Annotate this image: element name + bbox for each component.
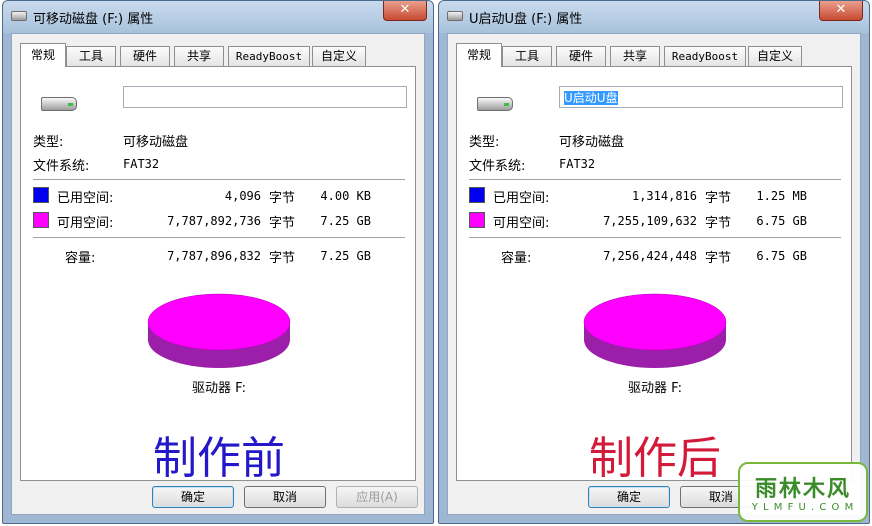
tab-hardware[interactable]: 硬件: [120, 46, 170, 66]
close-button[interactable]: ✕: [383, 1, 427, 21]
tab-customize[interactable]: 自定义: [312, 46, 366, 66]
free-space-size: 7.25 GB: [320, 214, 371, 228]
free-space-size: 6.75 GB: [756, 214, 807, 228]
tab-sharing[interactable]: 共享: [610, 46, 660, 66]
filesystem-value: FAT32: [559, 157, 596, 171]
free-space-label: 可用空间:: [493, 216, 550, 231]
type-label: 类型:: [33, 135, 64, 150]
title-bar[interactable]: 可移动磁盘 (F:) 属性 ✕: [3, 1, 433, 33]
usage-pie-chart: [147, 293, 291, 368]
free-space-swatch: [469, 212, 485, 228]
usage-pie-chart: [583, 293, 727, 368]
capacity-label: 容量:: [501, 251, 532, 266]
type-label: 类型:: [469, 135, 500, 150]
free-space-unit: 字节: [705, 216, 732, 231]
tab-general[interactable]: 常规: [20, 43, 66, 67]
used-space-bytes: 1,314,816: [631, 189, 697, 203]
usb-drive-icon: [41, 97, 77, 111]
removable-drive-icon: [447, 11, 463, 21]
volume-name-input[interactable]: [123, 86, 407, 108]
capacity-size: 6.75 GB: [756, 249, 807, 263]
ok-button[interactable]: 确定: [152, 486, 234, 508]
tab-customize[interactable]: 自定义: [748, 46, 802, 66]
usb-drive-icon: [477, 97, 513, 111]
separator: [33, 179, 405, 180]
ok-button[interactable]: 确定: [588, 486, 670, 508]
used-space-size: 1.25 MB: [756, 189, 807, 203]
capacity-unit: 字节: [269, 251, 296, 266]
volume-name-text: U启动U盘: [564, 91, 618, 105]
free-space-label: 可用空间:: [57, 216, 114, 231]
dialog-body: 常规 工具 硬件 共享 ReadyBoost 自定义 U启动U盘 类型: 可移动…: [447, 33, 861, 515]
window-title: 可移动磁盘 (F:) 属性: [33, 12, 154, 27]
free-space-unit: 字节: [269, 216, 296, 231]
properties-window-before: 可移动磁盘 (F:) 属性 ✕ 常规 工具 硬件 共享 ReadyBoost 自…: [2, 0, 434, 524]
dialog-body: 常规 工具 硬件 共享 ReadyBoost 自定义 类型: 可移动磁盘 文件系…: [11, 33, 425, 515]
used-space-label: 已用空间:: [493, 191, 550, 206]
capacity-bytes: 7,256,424,448: [603, 249, 697, 263]
cancel-button[interactable]: 取消: [244, 486, 326, 508]
capacity-label: 容量:: [65, 251, 96, 266]
tab-tools[interactable]: 工具: [66, 46, 116, 66]
filesystem-label: 文件系统:: [33, 159, 90, 174]
watermark-text: 雨林木风: [754, 477, 851, 502]
used-space-swatch: [33, 187, 49, 203]
tab-readyboost[interactable]: ReadyBoost: [228, 46, 310, 66]
watermark-url: Y L M F U . C O M: [751, 502, 855, 513]
tab-tools[interactable]: 工具: [502, 46, 552, 66]
capacity-unit: 字节: [705, 251, 732, 266]
close-button[interactable]: ✕: [819, 1, 863, 21]
filesystem-label: 文件系统:: [469, 159, 526, 174]
separator: [469, 237, 841, 238]
tab-readyboost[interactable]: ReadyBoost: [664, 46, 746, 66]
capacity-bytes: 7,787,896,832: [167, 249, 261, 263]
window-title: U启动U盘 (F:) 属性: [469, 12, 583, 27]
used-space-bytes: 4,096: [224, 189, 261, 203]
drive-label: 驱动器 F:: [192, 381, 246, 396]
title-bar[interactable]: U启动U盘 (F:) 属性 ✕: [439, 1, 869, 33]
site-watermark-logo: 雨林木风 Y L M F U . C O M: [738, 462, 868, 522]
free-space-bytes: 7,255,109,632: [603, 214, 697, 228]
separator: [469, 179, 841, 180]
used-space-swatch: [469, 187, 485, 203]
free-space-bytes: 7,787,892,736: [167, 214, 261, 228]
type-value: 可移动磁盘: [559, 135, 625, 150]
filesystem-value: FAT32: [123, 157, 160, 171]
tab-hardware[interactable]: 硬件: [556, 46, 606, 66]
type-value: 可移动磁盘: [123, 135, 189, 150]
general-panel: U启动U盘 类型: 可移动磁盘 文件系统: FAT32 已用空间: 1,314,…: [456, 66, 852, 484]
capacity-size: 7.25 GB: [320, 249, 371, 263]
used-space-unit: 字节: [705, 191, 732, 206]
properties-window-after: U启动U盘 (F:) 属性 ✕ 常规 工具 硬件 共享 ReadyBoost 自…: [438, 0, 870, 524]
drive-label: 驱动器 F:: [628, 381, 682, 396]
caption-before: 制作前: [153, 433, 285, 484]
volume-name-input[interactable]: U启动U盘: [559, 86, 843, 108]
removable-drive-icon: [11, 11, 27, 21]
free-space-swatch: [33, 212, 49, 228]
general-panel: 类型: 可移动磁盘 文件系统: FAT32 已用空间: 4,096 字节 4.0…: [20, 66, 416, 484]
apply-button[interactable]: 应用(A): [336, 486, 418, 508]
used-space-label: 已用空间:: [57, 191, 114, 206]
tab-general[interactable]: 常规: [456, 43, 502, 67]
tab-sharing[interactable]: 共享: [174, 46, 224, 66]
used-space-unit: 字节: [269, 191, 296, 206]
used-space-size: 4.00 KB: [320, 189, 371, 203]
separator: [33, 237, 405, 238]
